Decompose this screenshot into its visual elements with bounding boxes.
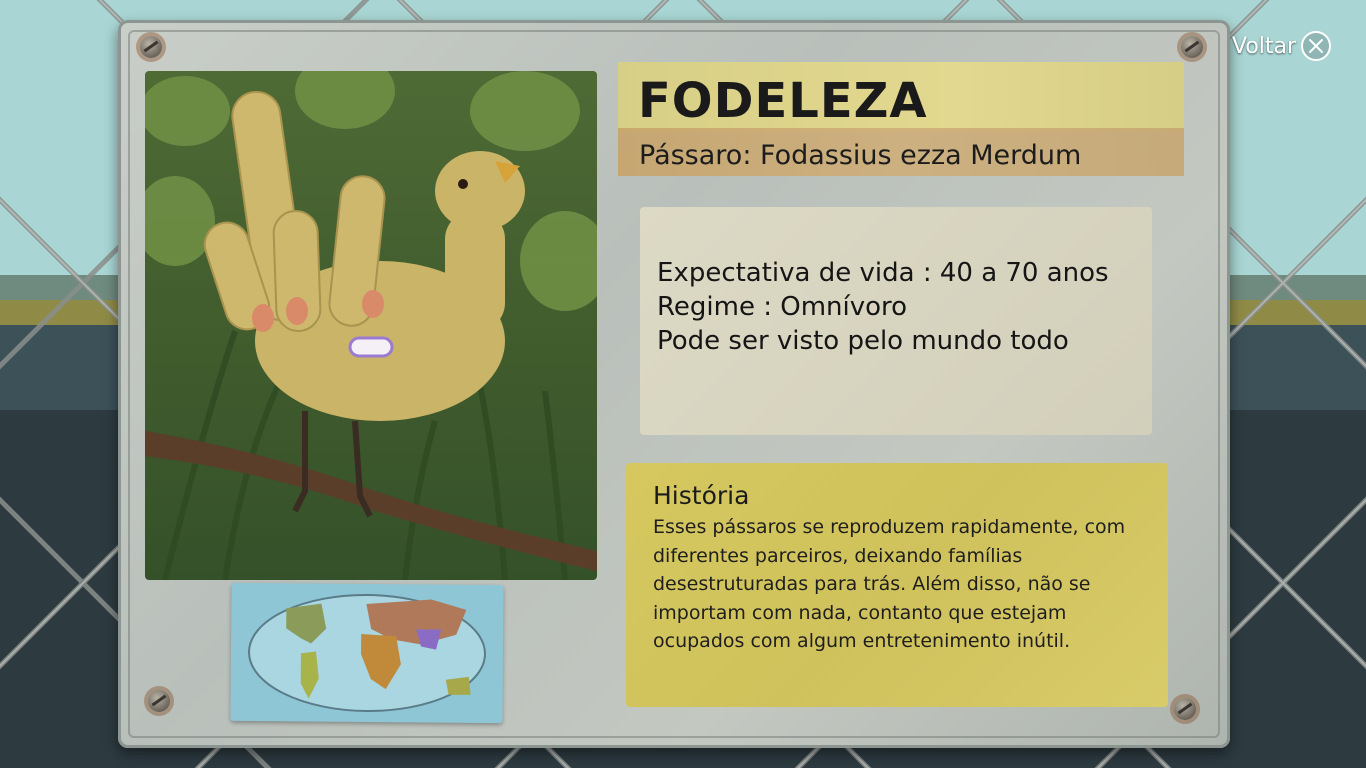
back-label: Voltar xyxy=(1232,33,1297,59)
stat-diet: Regime : Omnívoro xyxy=(657,292,908,322)
stat-lifespan: Expectativa de vida : 40 a 70 anos xyxy=(657,258,1109,288)
screw-icon xyxy=(1174,698,1196,720)
history-title: História xyxy=(653,481,750,510)
back-button[interactable]: Voltar xyxy=(1232,30,1332,62)
world-map-drawing xyxy=(248,593,486,713)
creature-classification: Pássaro: Fodassius ezza Merdum xyxy=(639,140,1082,171)
screw-icon xyxy=(1181,36,1203,58)
bird-hand-drawing xyxy=(145,71,597,580)
screw-icon xyxy=(140,36,162,58)
world-map xyxy=(230,582,504,724)
history-panel: História Esses pássaros se reproduzem ra… xyxy=(626,463,1168,707)
stat-habitat: Pode ser visto pelo mundo todo xyxy=(657,326,1069,356)
close-circle-icon xyxy=(1301,31,1332,61)
screw-icon xyxy=(148,690,170,712)
creature-illustration xyxy=(145,71,597,580)
stats-panel: Expectativa de vida : 40 a 70 anos Regim… xyxy=(640,207,1152,435)
history-text: Esses pássaros se reproduzem rapidamente… xyxy=(653,516,1126,652)
creature-name: FODELEZA xyxy=(638,73,928,129)
